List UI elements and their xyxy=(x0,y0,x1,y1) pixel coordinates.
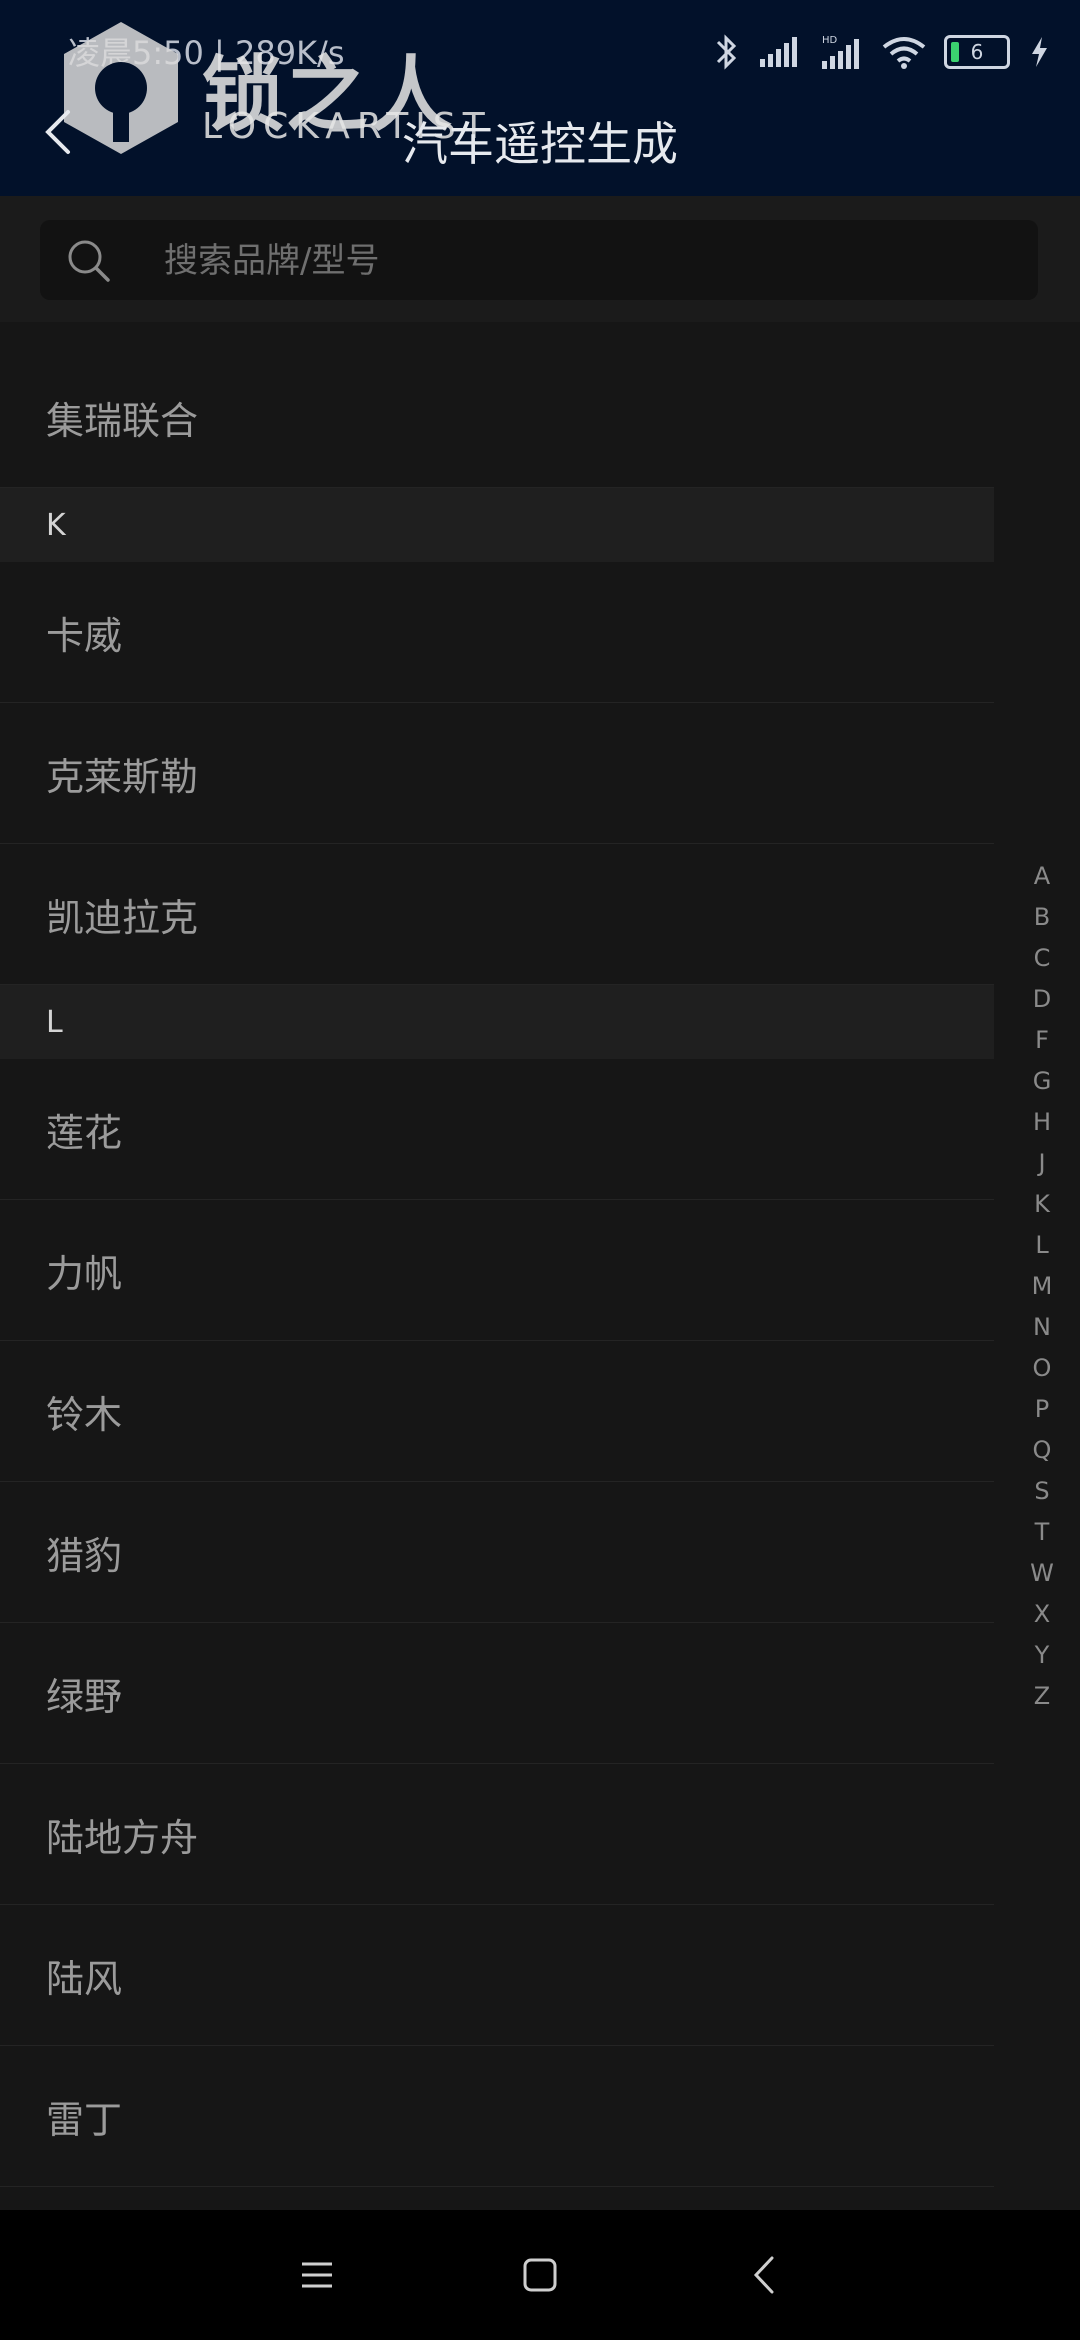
alphabet-index-bar[interactable]: ABCDFGHJKLMNOPQSTWXYZ xyxy=(1024,856,1060,1717)
signal-hd-icon: HD xyxy=(822,35,859,69)
list-item-label: 铃木 xyxy=(46,1392,123,1437)
battery-level: 6 xyxy=(970,40,984,64)
list-item[interactable]: 力帆 xyxy=(0,1200,994,1341)
index-letter-a[interactable]: A xyxy=(1024,856,1060,897)
search-input[interactable] xyxy=(162,220,1006,302)
list-item-label: 克莱斯勒 xyxy=(46,754,199,799)
list-item-label: 猎豹 xyxy=(46,1533,123,1578)
index-letter-t[interactable]: T xyxy=(1024,1512,1060,1553)
index-letter-m[interactable]: M xyxy=(1024,1266,1060,1307)
list-item-label: 雷丁 xyxy=(46,2097,123,2142)
brand-list: 集瑞联合 K 卡威 克莱斯勒 凯迪拉克 L 莲花 力帆 铃木 猎豹 绿野 陆地方… xyxy=(0,348,994,2187)
search-bar-container xyxy=(0,196,1080,322)
index-letter-p[interactable]: P xyxy=(1024,1389,1060,1430)
index-letter-x[interactable]: X xyxy=(1024,1594,1060,1635)
index-letter-g[interactable]: G xyxy=(1024,1061,1060,1102)
home-icon[interactable] xyxy=(515,2250,565,2300)
index-letter-w[interactable]: W xyxy=(1024,1553,1060,1594)
index-letter-z[interactable]: Z xyxy=(1024,1676,1060,1717)
search-icon xyxy=(68,240,110,282)
wifi-icon xyxy=(882,37,926,69)
list-item-label: 力帆 xyxy=(46,1251,123,1296)
section-letter: L xyxy=(46,1004,63,1040)
list-item-label: 卡威 xyxy=(46,613,123,658)
list-item[interactable]: 凯迪拉克 xyxy=(0,844,994,985)
index-letter-j[interactable]: J xyxy=(1024,1143,1060,1184)
index-letter-y[interactable]: Y xyxy=(1024,1635,1060,1676)
search-box[interactable] xyxy=(40,220,1038,302)
svg-text:HD: HD xyxy=(822,35,838,46)
list-item[interactable]: 绿野 xyxy=(0,1623,994,1764)
charging-icon xyxy=(1032,37,1047,67)
list-item[interactable]: 猎豹 xyxy=(0,1482,994,1623)
list-item-label: 绿野 xyxy=(46,1674,123,1719)
menu-icon[interactable] xyxy=(292,2250,342,2300)
list-item-label: 陆地方舟 xyxy=(46,1815,199,1860)
index-letter-f[interactable]: F xyxy=(1024,1020,1060,1061)
index-letter-n[interactable]: N xyxy=(1024,1307,1060,1348)
list-item[interactable]: 陆地方舟 xyxy=(0,1764,994,1905)
index-letter-c[interactable]: C xyxy=(1024,938,1060,979)
list-item[interactable]: 莲花 xyxy=(0,1059,994,1200)
nav-back-icon[interactable] xyxy=(742,2250,792,2300)
list-item[interactable]: 集瑞联合 xyxy=(0,348,994,488)
index-letter-h[interactable]: H xyxy=(1024,1102,1060,1143)
section-letter: K xyxy=(46,507,66,543)
battery-icon: 6 xyxy=(944,35,1010,69)
index-letter-k[interactable]: K xyxy=(1024,1184,1060,1225)
index-letter-l[interactable]: L xyxy=(1024,1225,1060,1266)
list-item-label: 凯迪拉克 xyxy=(46,895,199,940)
status-icons: HD 6 xyxy=(714,28,1050,76)
index-letter-s[interactable]: S xyxy=(1024,1471,1060,1512)
page-title: 汽车遥控生成 xyxy=(402,117,678,171)
list-item[interactable]: 铃木 xyxy=(0,1341,994,1482)
system-nav-bar xyxy=(0,2210,1080,2340)
list-item-label: 陆风 xyxy=(46,1956,123,2001)
list-item[interactable]: 卡威 xyxy=(0,562,994,703)
bluetooth-icon xyxy=(716,34,737,70)
section-header-l: L xyxy=(0,985,994,1059)
top-app-bar: 凌晨5:50 | 289K/s HD 6 锁之人 LOCKARTIST 汽车遥控… xyxy=(0,0,1080,196)
list-item[interactable]: 雷丁 xyxy=(0,2046,994,2187)
section-header-k: K xyxy=(0,488,994,562)
index-letter-b[interactable]: B xyxy=(1024,897,1060,938)
index-letter-q[interactable]: Q xyxy=(1024,1430,1060,1471)
list-item-label: 莲花 xyxy=(46,1110,123,1155)
index-letter-d[interactable]: D xyxy=(1024,979,1060,1020)
index-letter-o[interactable]: O xyxy=(1024,1348,1060,1389)
list-item[interactable]: 陆风 xyxy=(0,1905,994,2046)
signal-icon xyxy=(760,37,797,67)
list-item[interactable]: 克莱斯勒 xyxy=(0,703,994,844)
list-item-label: 集瑞联合 xyxy=(46,399,199,443)
